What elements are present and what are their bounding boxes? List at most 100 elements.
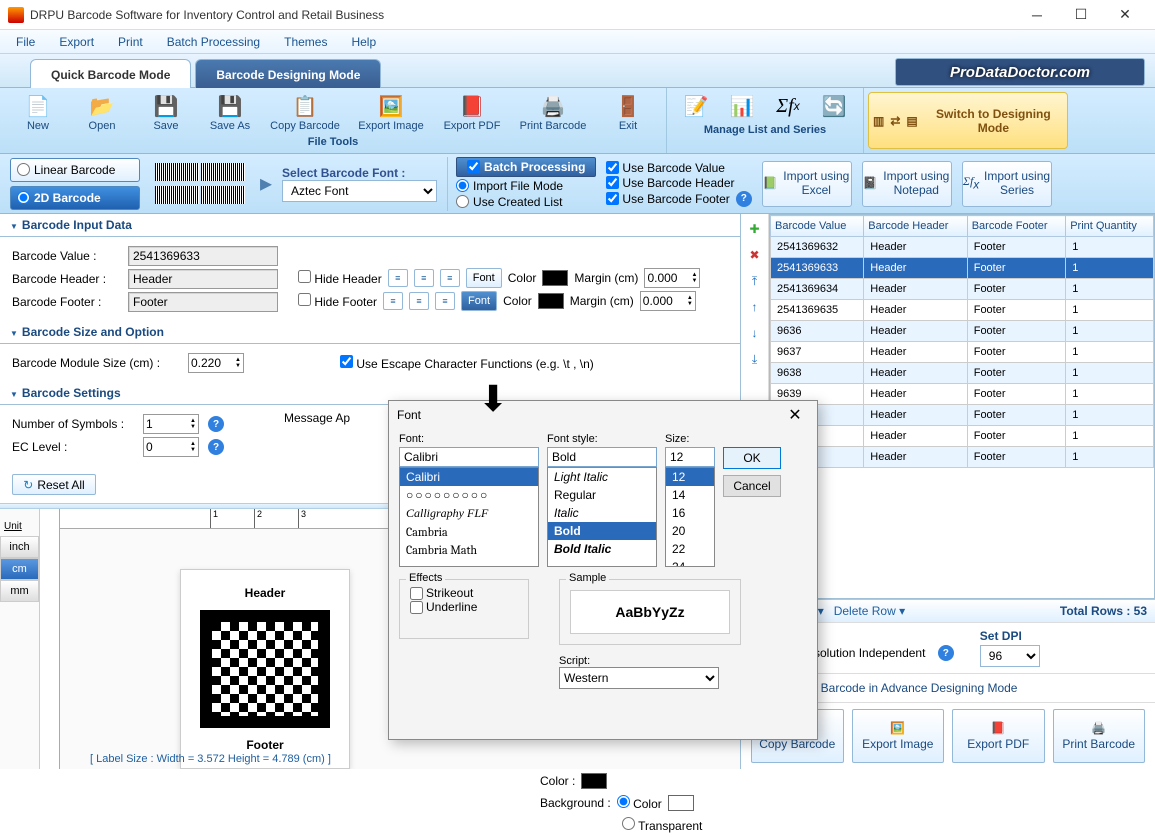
list-manage-button[interactable]: 📊	[719, 90, 765, 122]
barcode-font-select[interactable]: Aztec Font	[282, 180, 437, 202]
refresh-button[interactable]: 🔄	[811, 90, 857, 122]
font-name-input[interactable]	[399, 447, 539, 467]
maximize-button[interactable]: ☐	[1059, 0, 1103, 30]
ok-button[interactable]: OK	[723, 447, 781, 469]
table-row[interactable]: 9636HeaderFooter1	[771, 321, 1154, 342]
bg-transparent-radio[interactable]: Transparent	[622, 817, 702, 833]
header-color-swatch[interactable]	[542, 270, 568, 286]
menu-print[interactable]: Print	[106, 31, 155, 53]
underline-check[interactable]: Underline	[410, 600, 518, 614]
tab-quick-mode[interactable]: Quick Barcode Mode	[30, 59, 191, 88]
align-center-button[interactable]: ≡	[414, 269, 434, 287]
export-pdf-action[interactable]: 📕Export PDF	[952, 709, 1045, 763]
bg-color-swatch[interactable]	[668, 795, 694, 811]
copy-barcode-button[interactable]: 📋Copy Barcode	[262, 90, 348, 134]
print-barcode-button[interactable]: 🖨️Print Barcode	[510, 90, 596, 134]
font-style-list[interactable]: Light Italic Regular Italic Bold Bold It…	[547, 467, 657, 567]
cancel-button[interactable]: Cancel	[723, 475, 781, 497]
barcode-footer-input[interactable]	[128, 292, 278, 312]
font-style-input[interactable]	[547, 447, 657, 467]
use-barcode-header-check[interactable]: Use Barcode Header	[606, 176, 751, 190]
escape-functions-check[interactable]: Use Escape Character Functions (e.g. \t …	[340, 357, 594, 371]
unit-cm-button[interactable]: cm	[0, 558, 39, 580]
linear-barcode-radio[interactable]: Linear Barcode	[10, 158, 140, 182]
print-barcode-action[interactable]: 🖨️Print Barcode	[1053, 709, 1146, 763]
align-right-button[interactable]: ≡	[440, 269, 460, 287]
use-barcode-value-check[interactable]: Use Barcode Value	[606, 161, 751, 175]
align-left-button[interactable]: ≡	[388, 269, 408, 287]
table-row[interactable]: 9639HeaderFooter1	[771, 384, 1154, 405]
table-row[interactable]: 2541369635HeaderFooter1	[771, 300, 1154, 321]
help-icon[interactable]: ?	[938, 645, 954, 661]
use-created-list-radio[interactable]: Use Created List	[456, 195, 596, 209]
tab-designing-mode[interactable]: Barcode Designing Mode	[195, 59, 381, 88]
move-down-button[interactable]: ↓	[744, 322, 766, 344]
align-left-button-2[interactable]: ≡	[383, 292, 403, 310]
table-row[interactable]: 9640HeaderFooter1	[771, 405, 1154, 426]
footer-margin-spinner[interactable]: 0.000▲▼	[640, 291, 696, 311]
export-image-button[interactable]: 🖼️Export Image	[348, 90, 434, 134]
export-image-action[interactable]: 🖼️Export Image	[852, 709, 945, 763]
unit-mm-button[interactable]: mm	[0, 580, 39, 602]
import-series-button[interactable]: ΣfxImport using Series	[962, 161, 1052, 207]
table-row[interactable]: 9637HeaderFooter1	[771, 342, 1154, 363]
symbols-spinner[interactable]: 1▲▼	[143, 414, 199, 434]
menu-file[interactable]: File	[4, 31, 47, 53]
size-option-header[interactable]: Barcode Size and Option	[0, 321, 740, 344]
close-button[interactable]: ✕	[1103, 0, 1147, 30]
input-data-header[interactable]: Barcode Input Data	[0, 214, 740, 237]
unit-inch-button[interactable]: inch	[0, 536, 39, 558]
save-as-button[interactable]: 💾Save As	[198, 90, 262, 134]
barcode-header-input[interactable]	[128, 269, 278, 289]
help-icon[interactable]: ?	[736, 191, 752, 207]
bc-color-swatch[interactable]	[581, 773, 607, 789]
2d-barcode-radio[interactable]: 2D Barcode	[10, 186, 140, 210]
move-bottom-button[interactable]: ⤓	[744, 348, 766, 370]
open-button[interactable]: 📂Open	[70, 90, 134, 134]
table-row[interactable]: 2541369632HeaderFooter1	[771, 237, 1154, 258]
exit-button[interactable]: 🚪Exit	[596, 90, 660, 134]
font-size-list[interactable]: 12 14 16 20 22 24	[665, 467, 715, 567]
header-font-button[interactable]: Font	[466, 268, 502, 288]
minimize-button[interactable]: ─	[1015, 0, 1059, 30]
delete-row-menu[interactable]: Delete Row ▾	[834, 604, 905, 618]
delete-row-button[interactable]: ✖	[744, 244, 766, 266]
menu-themes[interactable]: Themes	[272, 31, 339, 53]
export-pdf-button[interactable]: 📕Export PDF	[434, 90, 510, 134]
table-row[interactable]: 2541369633HeaderFooter1	[771, 258, 1154, 279]
script-select[interactable]: Western	[559, 667, 719, 689]
dpi-select[interactable]: 96	[980, 645, 1040, 667]
series-fx-button[interactable]: Σfx	[765, 90, 811, 122]
ec-level-spinner[interactable]: 0▲▼	[143, 437, 199, 457]
switch-mode-button[interactable]: ▥ ⇄ ▤ Switch to Designing Mode	[868, 92, 1068, 149]
table-row[interactable]: 2541369634HeaderFooter1	[771, 279, 1154, 300]
data-grid[interactable]: Barcode Value Barcode Header Barcode Foo…	[770, 215, 1154, 468]
list-edit-button[interactable]: 📝	[673, 90, 719, 122]
help-icon[interactable]: ?	[208, 439, 224, 455]
table-row[interactable]: 9638HeaderFooter1	[771, 363, 1154, 384]
menu-export[interactable]: Export	[47, 31, 106, 53]
move-up-button[interactable]: ↑	[744, 296, 766, 318]
reset-all-button[interactable]: ↻Reset All	[12, 474, 96, 495]
batch-processing-toggle[interactable]: Batch Processing	[456, 157, 596, 177]
menu-batch[interactable]: Batch Processing	[155, 31, 272, 53]
import-notepad-button[interactable]: 📓Import using Notepad	[862, 161, 952, 207]
table-row[interactable]: 9641HeaderFooter1	[771, 426, 1154, 447]
add-row-button[interactable]: ✚	[744, 218, 766, 240]
save-button[interactable]: 💾Save	[134, 90, 198, 134]
footer-color-swatch[interactable]	[538, 293, 564, 309]
menu-help[interactable]: Help	[339, 31, 388, 53]
module-size-spinner[interactable]: 0.220▲▼	[188, 353, 244, 373]
hide-header-check[interactable]: Hide Header	[298, 270, 382, 286]
footer-font-button[interactable]: Font	[461, 291, 497, 311]
import-excel-button[interactable]: 📗Import using Excel	[762, 161, 852, 207]
font-list[interactable]: Calibri ○○○○○○○○○ Calligraphy FLF Cambri…	[399, 467, 539, 567]
table-row[interactable]: 9642HeaderFooter1	[771, 447, 1154, 468]
align-right-button-2[interactable]: ≡	[435, 292, 455, 310]
hide-footer-check[interactable]: Hide Footer	[298, 293, 377, 309]
header-margin-spinner[interactable]: 0.000▲▼	[644, 268, 700, 288]
barcode-value-input[interactable]	[128, 246, 278, 266]
strikeout-check[interactable]: Strikeout	[410, 586, 518, 600]
font-size-input[interactable]	[665, 447, 715, 467]
import-file-mode-radio[interactable]: Import File Mode	[456, 179, 596, 193]
